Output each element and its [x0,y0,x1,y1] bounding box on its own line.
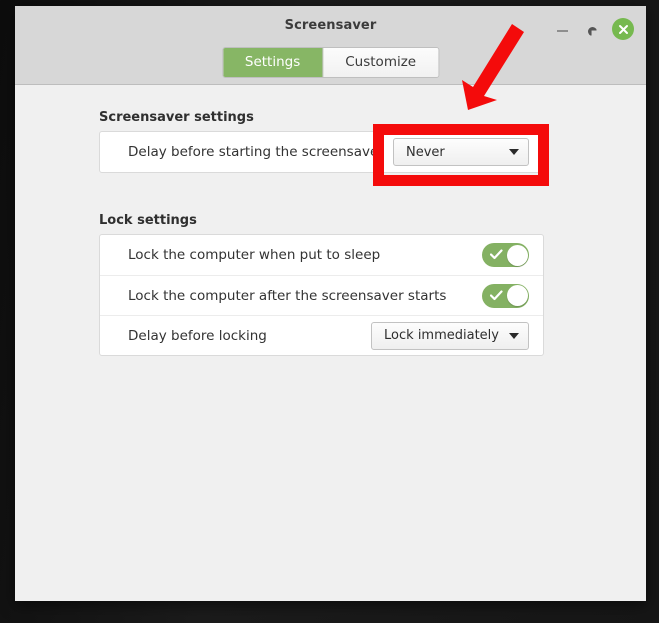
row-label-delay-before-locking: Delay before locking [128,327,267,344]
lock-when-sleep-toggle[interactable] [482,243,529,267]
minimize-glyph [556,30,568,32]
delay-before-starting-dropdown[interactable]: Never [393,138,529,166]
close-icon[interactable] [612,18,634,40]
window-titlebar: Screensaver Settings Customize [15,6,646,85]
settings-content: Screensaver settings Delay before starti… [15,85,646,601]
screensaver-window: Screensaver Settings Customize Screensav… [15,6,646,601]
check-icon [490,249,503,260]
maximize-icon[interactable] [582,21,602,41]
check-icon [490,289,503,300]
toggle-knob [506,244,528,266]
chevron-down-icon [509,149,519,155]
minimize-icon[interactable] [552,21,572,41]
row-label-lock-when-sleep: Lock the computer when put to sleep [128,247,381,263]
section-title-lock: Lock settings [99,213,197,228]
delay-before-starting-value: Never [406,144,445,160]
chevron-down-icon [509,332,519,339]
row-label-delay-before-starting: Delay before starting the screensaver [128,144,384,160]
row-delay-before-starting: Delay before starting the screensaver Ne… [100,132,543,172]
screensaver-settings-panel: Delay before starting the screensaver Ne… [99,131,544,173]
toggle-knob [506,285,528,306]
close-x-glyph [618,24,628,34]
tab-bar: Settings Customize [221,47,440,78]
row-lock-after-screensaver: Lock the computer after the screensaver … [100,275,543,315]
delay-before-locking-value: Lock immediately [384,328,499,343]
lock-settings-panel: Lock the computer when put to sleep Lock… [99,234,544,356]
row-label-lock-after-screensaver: Lock the computer after the screensaver … [128,287,447,304]
row-lock-when-sleep: Lock the computer when put to sleep [100,235,543,275]
section-title-screensaver: Screensaver settings [99,110,254,125]
tab-settings[interactable]: Settings [222,48,324,77]
lock-after-screensaver-toggle[interactable] [482,283,529,308]
row-delay-before-locking: Delay before locking Lock immediately [100,315,543,355]
maximize-glyph [587,26,597,36]
delay-before-locking-dropdown[interactable]: Lock immediately [371,321,529,350]
tab-customize[interactable]: Customize [323,48,439,77]
